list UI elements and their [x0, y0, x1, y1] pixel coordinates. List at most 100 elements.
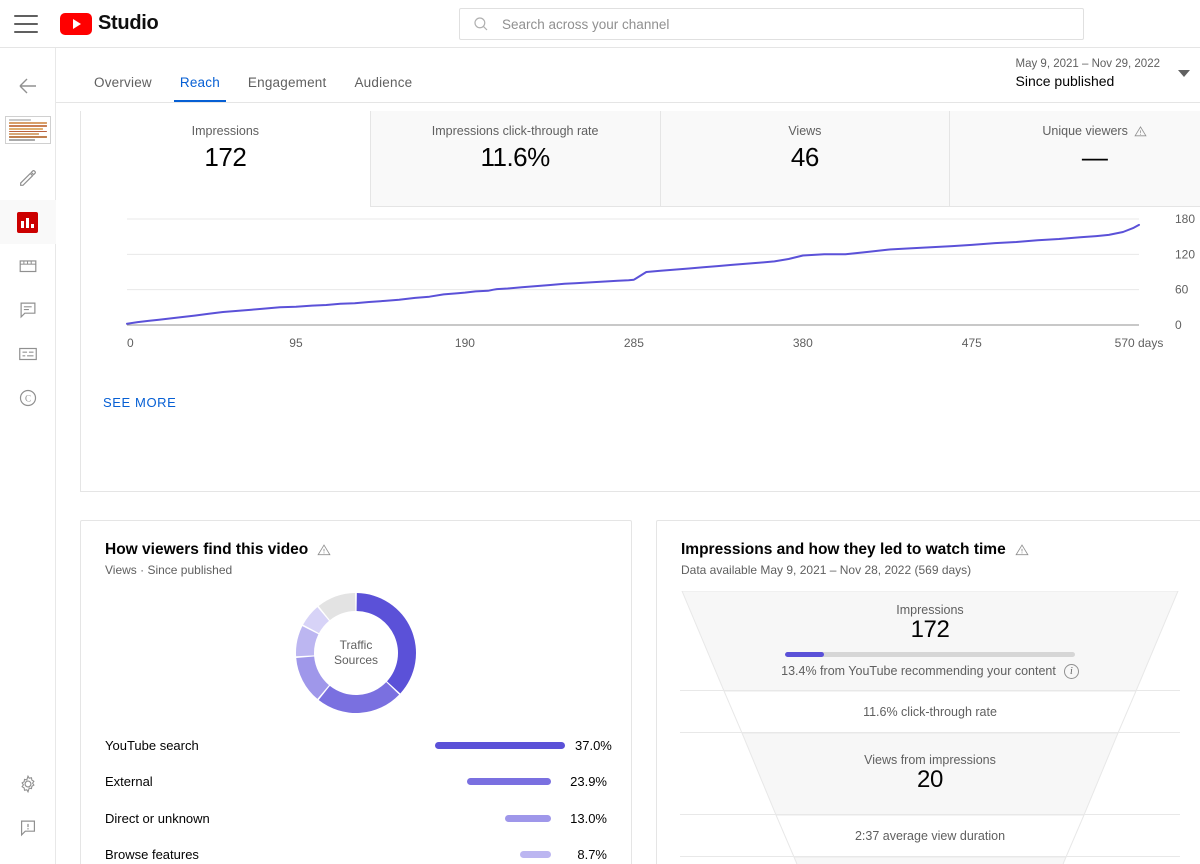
- panel-subtitle: Data available May 9, 2021 – Nov 28, 202…: [681, 563, 1179, 577]
- chevron-down-icon[interactable]: [1178, 70, 1190, 77]
- traffic-source-bar: [505, 815, 551, 822]
- funnel-stage-label: Views from impressions: [864, 753, 996, 767]
- traffic-source-bar-wrap: [435, 778, 561, 785]
- metric-label: Views: [788, 124, 821, 138]
- gear-icon: [17, 773, 39, 795]
- studio-logo[interactable]: Studio: [60, 12, 158, 35]
- funnel-stage-value: 20: [917, 766, 943, 794]
- funnel-stage-watch-time[interactable]: Watch time from impressions (hours): [680, 857, 1180, 864]
- funnel-stage-label: 11.6% click-through rate: [863, 705, 997, 719]
- metric-card-impressions[interactable]: Impressions 172: [81, 111, 370, 207]
- impressions-line-chart[interactable]: 060120180095190285380475570 days SEE MOR…: [81, 207, 1200, 422]
- see-more-link[interactable]: SEE MORE: [103, 395, 176, 410]
- date-range-preset: Since published: [1016, 72, 1161, 91]
- metric-card-unique-viewers[interactable]: Unique viewers —: [949, 111, 1200, 207]
- traffic-source-percent: 37.0%: [575, 738, 612, 753]
- search-icon: [472, 15, 490, 33]
- svg-text:95: 95: [289, 336, 303, 350]
- svg-text:190: 190: [455, 336, 475, 350]
- sidebar-item-comments[interactable]: [0, 288, 56, 332]
- traffic-source-bar: [435, 742, 565, 749]
- warning-triangle-icon[interactable]: [1015, 543, 1029, 557]
- funnel-diagram: Impressions 172 13.4% from YouTube recom…: [680, 591, 1180, 864]
- funnel-stage-value: 172: [911, 616, 950, 644]
- metric-label: Unique viewers: [1042, 124, 1146, 138]
- funnel-stage-ctr[interactable]: 11.6% click-through rate: [680, 691, 1180, 733]
- traffic-source-percent: 13.0%: [561, 811, 607, 826]
- tab-reach[interactable]: Reach: [166, 75, 234, 102]
- subtitles-icon: [17, 343, 39, 365]
- traffic-source-bar: [520, 851, 551, 858]
- sidebar-item-subtitles[interactable]: [0, 332, 56, 376]
- traffic-source-row[interactable]: Browse features 8.7%: [105, 837, 607, 864]
- panel-title-text: Impressions and how they led to watch ti…: [681, 541, 1006, 559]
- search-bar[interactable]: [459, 8, 1084, 40]
- traffic-source-label: Direct or unknown: [105, 811, 435, 826]
- traffic-source-row[interactable]: Direct or unknown 13.0%: [105, 800, 607, 837]
- date-range-text: May 9, 2021 – Nov 29, 2022: [1016, 56, 1161, 72]
- youtube-studio-analytics-page: Studio: [0, 0, 1200, 864]
- funnel-stage-views[interactable]: Views from impressions 20: [680, 733, 1180, 815]
- analytics-tabs: Overview Reach Engagement Audience May 9…: [56, 48, 1200, 103]
- warning-triangle-icon[interactable]: [1134, 125, 1147, 138]
- funnel-title-row: Impressions and how they led to watch ti…: [681, 541, 1179, 559]
- sidebar-item-copyright[interactable]: C: [0, 376, 56, 420]
- funnel-stage-label: Impressions: [896, 603, 963, 617]
- line-chart-svg: 060120180095190285380475570 days: [81, 207, 1200, 377]
- progress-fill: [785, 652, 824, 657]
- youtube-play-icon: [60, 13, 92, 35]
- sidebar-item-feedback[interactable]: [0, 806, 56, 850]
- lower-cards-row: How viewers find this video Views · Sinc…: [80, 520, 1200, 864]
- funnel-stage-label: 2:37 average view duration: [855, 829, 1005, 843]
- traffic-source-label: External: [105, 774, 435, 789]
- analytics-bar-chart-icon: [17, 212, 38, 233]
- svg-text:475: 475: [962, 336, 982, 350]
- metric-card-ctr[interactable]: Impressions click-through rate 11.6%: [370, 111, 660, 207]
- info-icon[interactable]: i: [1064, 664, 1079, 679]
- sidebar-item-editor[interactable]: [0, 244, 56, 288]
- svg-text:C: C: [24, 394, 30, 404]
- metric-value: 46: [791, 142, 819, 173]
- warning-triangle-icon[interactable]: [317, 543, 331, 557]
- traffic-source-row[interactable]: External 23.9%: [105, 764, 607, 801]
- hamburger-icon[interactable]: [14, 15, 38, 33]
- video-thumbnail[interactable]: [5, 116, 51, 144]
- sidebar-item-details[interactable]: [0, 156, 56, 200]
- metric-value: —: [1082, 142, 1108, 173]
- metric-value: 11.6%: [480, 142, 549, 173]
- panel-subtitle: Views · Since published: [105, 563, 607, 577]
- tab-engagement[interactable]: Engagement: [234, 75, 341, 102]
- donut-center-line2: Sources: [334, 653, 378, 668]
- comment-icon: [17, 299, 39, 321]
- svg-text:380: 380: [793, 336, 813, 350]
- copyright-icon: C: [17, 387, 39, 409]
- svg-text:60: 60: [1175, 283, 1189, 297]
- search-input[interactable]: [502, 17, 1071, 32]
- top-bar: Studio: [0, 0, 1200, 48]
- sidebar-item-settings[interactable]: [0, 762, 56, 806]
- traffic-sources-donut[interactable]: Traffic Sources: [81, 589, 631, 717]
- main-content: Overview Reach Engagement Audience May 9…: [56, 48, 1200, 864]
- tab-audience[interactable]: Audience: [340, 75, 426, 102]
- date-range-selector[interactable]: May 9, 2021 – Nov 29, 2022 Since publish…: [1016, 56, 1191, 91]
- metric-value: 172: [204, 142, 246, 173]
- svg-text:120: 120: [1175, 247, 1195, 261]
- sidebar-item-back[interactable]: [0, 64, 56, 108]
- svg-text:285: 285: [624, 336, 644, 350]
- traffic-source-bar-wrap: [435, 851, 561, 858]
- left-sidebar: C: [0, 48, 56, 864]
- metric-label-text: Unique viewers: [1042, 124, 1127, 138]
- funnel-stage-impressions[interactable]: Impressions 172 13.4% from YouTube recom…: [680, 591, 1180, 691]
- traffic-source-bar: [467, 778, 551, 785]
- logo-text: Studio: [98, 12, 158, 35]
- traffic-source-row[interactable]: YouTube search 37.0%: [105, 727, 607, 764]
- svg-text:0: 0: [1175, 318, 1182, 332]
- metric-cards: Impressions 172 Impressions click-throug…: [81, 111, 1200, 207]
- svg-text:0: 0: [127, 336, 134, 350]
- metric-card-views[interactable]: Views 46: [660, 111, 950, 207]
- back-arrow-icon: [16, 74, 40, 98]
- panel-title-text: How viewers find this video: [105, 541, 308, 559]
- sidebar-item-analytics[interactable]: [0, 200, 56, 244]
- tab-overview[interactable]: Overview: [80, 75, 166, 102]
- funnel-stage-avg-view-duration[interactable]: 2:37 average view duration: [680, 815, 1180, 857]
